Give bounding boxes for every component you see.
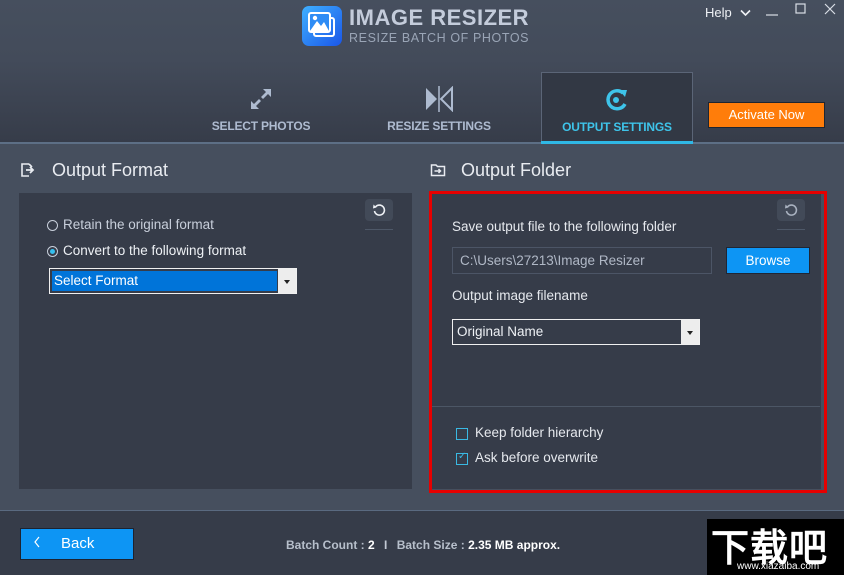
maximize-button[interactable] bbox=[795, 3, 807, 19]
app-logo bbox=[302, 6, 342, 46]
tab-label: SELECT PHOTOS bbox=[211, 119, 311, 133]
app-subtitle: RESIZE BATCH OF PHOTOS bbox=[349, 31, 530, 45]
output-format-panel bbox=[19, 193, 412, 489]
format-select-value: Select Format bbox=[52, 271, 277, 291]
batch-count-label: Batch Count : bbox=[286, 538, 365, 552]
radio-button[interactable] bbox=[47, 246, 58, 257]
minimize-icon bbox=[766, 14, 778, 16]
reset-format-button[interactable] bbox=[365, 199, 393, 221]
minimize-button[interactable] bbox=[765, 3, 779, 23]
radio-label: Retain the original format bbox=[63, 217, 214, 232]
output-format-title: Output Format bbox=[52, 160, 169, 180]
radio-label: Convert to the following format bbox=[63, 243, 247, 258]
help-menu[interactable]: Help bbox=[705, 5, 751, 20]
back-button[interactable]: Back bbox=[20, 528, 134, 560]
batch-separator: I bbox=[384, 538, 388, 552]
chevron-left-icon bbox=[33, 535, 41, 552]
export-icon bbox=[20, 162, 36, 182]
maximize-icon bbox=[795, 3, 806, 14]
active-tab-indicator bbox=[541, 141, 693, 144]
tab-resize-settings[interactable]: RESIZE SETTINGS bbox=[374, 72, 504, 142]
radio-button[interactable] bbox=[47, 220, 58, 231]
tab-select-photos[interactable]: SELECT PHOTOS bbox=[200, 72, 322, 142]
dropdown-arrow-icon[interactable] bbox=[278, 269, 296, 293]
output-folder-title: Output Folder bbox=[461, 160, 572, 180]
tab-label: RESIZE SETTINGS bbox=[387, 119, 491, 133]
header-divider bbox=[0, 142, 844, 144]
folder-import-icon bbox=[430, 162, 446, 182]
reset-divider bbox=[365, 229, 393, 230]
expand-arrows-icon bbox=[248, 86, 274, 116]
activate-now-button[interactable]: Activate Now bbox=[708, 102, 825, 128]
watermark-logo: 下载吧 www.xiazaiba.com bbox=[707, 519, 844, 575]
resize-split-icon bbox=[425, 85, 453, 116]
photos-icon bbox=[308, 12, 335, 37]
tab-label: OUTPUT SETTINGS bbox=[562, 120, 672, 134]
format-select[interactable]: Select Format bbox=[49, 268, 297, 294]
help-label: Help bbox=[705, 5, 732, 20]
close-icon bbox=[824, 3, 836, 15]
batch-count-value: 2 bbox=[368, 538, 375, 552]
reset-icon bbox=[373, 204, 386, 216]
tab-output-settings[interactable]: OUTPUT SETTINGS bbox=[541, 72, 693, 144]
app-title: IMAGE RESIZER bbox=[349, 5, 530, 30]
refresh-circle-icon bbox=[604, 87, 630, 117]
watermark-url: www.xiazaiba.com bbox=[737, 561, 820, 572]
chevron-down-icon bbox=[740, 5, 751, 20]
back-label: Back bbox=[61, 535, 95, 552]
close-button[interactable] bbox=[824, 3, 836, 19]
batch-info: Batch Count : 2 I Batch Size : 2.35 MB a… bbox=[286, 538, 560, 552]
batch-size-value: 2.35 MB approx. bbox=[468, 538, 561, 552]
batch-size-label: Batch Size : bbox=[396, 538, 465, 552]
highlight-annotation-box bbox=[429, 191, 827, 493]
